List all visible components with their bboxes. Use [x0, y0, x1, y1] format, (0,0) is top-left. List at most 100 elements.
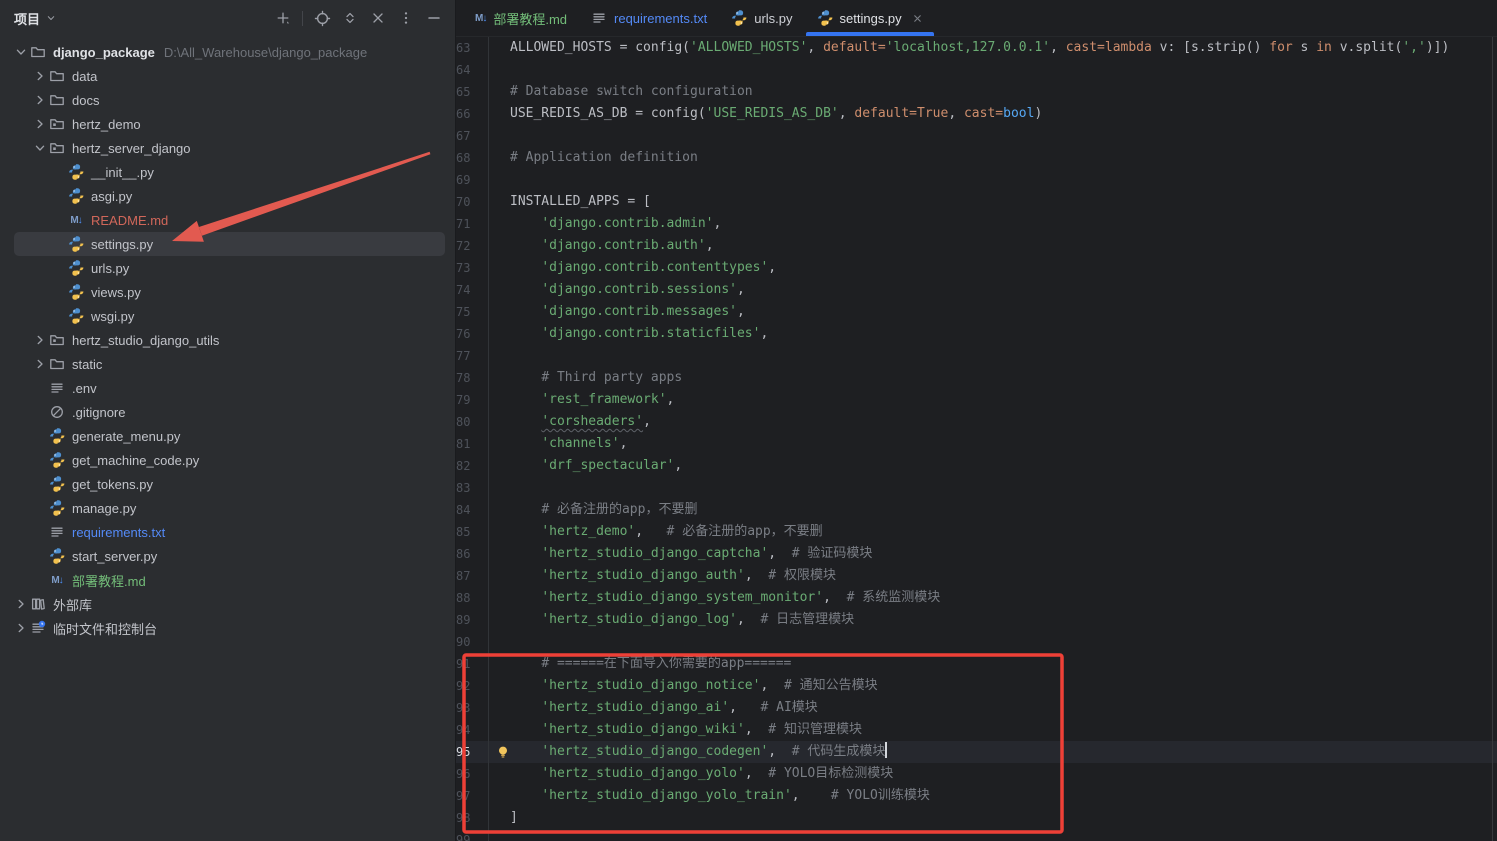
chevron-right-icon[interactable] — [31, 68, 49, 84]
tree-item-init-py[interactable]: __init__.py — [0, 160, 455, 184]
code-line-84: 84 # 必备注册的app，不要删 — [456, 499, 1497, 521]
line-number[interactable]: 78 — [456, 367, 489, 389]
folder-icon — [49, 68, 65, 84]
line-number[interactable]: 72 — [456, 235, 489, 257]
chevron-right-icon[interactable] — [31, 332, 49, 348]
line-number[interactable]: 82 — [456, 455, 489, 477]
collapse-all-button[interactable] — [369, 9, 387, 27]
tree-item-gitignore[interactable]: .gitignore — [0, 400, 455, 424]
tree-item-docs[interactable]: docs — [0, 88, 455, 112]
tree-item-start-server-py[interactable]: start_server.py — [0, 544, 455, 568]
chevron-down-icon[interactable] — [31, 140, 49, 156]
tree-item-data[interactable]: data — [0, 64, 455, 88]
tree-item-label: settings.py — [91, 237, 153, 252]
tree-item-urls-py[interactable]: urls.py — [0, 256, 455, 280]
tree-item-hertz-studio-django-utils[interactable]: hertz_studio_django_utils — [0, 328, 455, 352]
tree-item-readme-md[interactable]: M↓README.md — [0, 208, 455, 232]
more-options-button[interactable] — [397, 9, 415, 27]
tree-item-item-24[interactable]: 临时文件和控制台 — [0, 616, 455, 640]
line-number[interactable]: 86 — [456, 543, 489, 565]
tree-item-label: asgi.py — [91, 189, 132, 204]
line-number[interactable]: 88 — [456, 587, 489, 609]
tab-label: settings.py — [840, 11, 902, 26]
line-number[interactable]: 76 — [456, 323, 489, 345]
chevron-right-icon[interactable] — [12, 620, 30, 636]
tree-item-get-machine-code-py[interactable]: get_machine_code.py — [0, 448, 455, 472]
line-number[interactable]: 97 — [456, 785, 489, 807]
line-number[interactable]: 67 — [456, 125, 489, 147]
expand-all-button[interactable] — [341, 9, 359, 27]
project-panel-title[interactable]: 项目 — [14, 9, 40, 28]
chevron-right-icon[interactable] — [31, 92, 49, 108]
project-panel-toolbar — [274, 9, 443, 27]
line-number[interactable]: 68 — [456, 147, 489, 169]
chevron-right-icon[interactable] — [31, 356, 49, 372]
editor-scrollbar-track[interactable] — [1492, 37, 1493, 841]
tree-item-asgi-py[interactable]: asgi.py — [0, 184, 455, 208]
tab-urls-py[interactable]: urls.py — [719, 0, 804, 36]
tab-requirements-txt[interactable]: requirements.txt — [579, 0, 719, 36]
locate-file-button[interactable] — [313, 9, 331, 27]
line-number[interactable]: 85 — [456, 521, 489, 543]
add-button[interactable] — [274, 9, 292, 27]
code-line-text: # Third party apps — [489, 367, 1497, 389]
tree-item-settings-py[interactable]: settings.py — [0, 232, 455, 256]
chevron-down-icon[interactable] — [45, 12, 57, 24]
line-number[interactable]: 90 — [456, 631, 489, 653]
tree-item-views-py[interactable]: views.py — [0, 280, 455, 304]
line-number[interactable]: 98 — [456, 807, 489, 829]
line-number[interactable]: 74 — [456, 279, 489, 301]
line-number[interactable]: 96 — [456, 763, 489, 785]
text-file-icon — [591, 10, 607, 26]
line-number[interactable]: 94 — [456, 719, 489, 741]
markdown-icon: M↓ — [49, 572, 65, 588]
line-number[interactable]: 64 — [456, 59, 489, 81]
tree-item-md[interactable]: M↓部署教程.md — [0, 568, 455, 592]
chevron-down-icon[interactable] — [12, 44, 30, 60]
line-number[interactable]: 69 — [456, 169, 489, 191]
line-number[interactable]: 99 — [456, 829, 489, 841]
code-editor[interactable]: 63ALLOWED_HOSTS = config('ALLOWED_HOSTS'… — [456, 37, 1497, 841]
line-number[interactable]: 63 — [456, 37, 489, 59]
tree-item-env[interactable]: .env — [0, 376, 455, 400]
code-line-72: 72 'django.contrib.auth', — [456, 235, 1497, 257]
line-number[interactable]: 65 — [456, 81, 489, 103]
tree-item-hertz-server-django[interactable]: hertz_server_django — [0, 136, 455, 160]
line-number[interactable]: 95 — [456, 741, 489, 763]
tree-item-django-package[interactable]: django_packageD:\All_Warehouse\django_pa… — [0, 40, 455, 64]
line-number[interactable]: 81 — [456, 433, 489, 455]
tree-item-wsgi-py[interactable]: wsgi.py — [0, 304, 455, 328]
chevron-right-icon[interactable] — [12, 596, 30, 612]
tree-item-requirements-txt[interactable]: requirements.txt — [0, 520, 455, 544]
folder-icon — [30, 44, 46, 60]
line-number[interactable]: 93 — [456, 697, 489, 719]
line-number[interactable]: 71 — [456, 213, 489, 235]
line-number[interactable]: 70 — [456, 191, 489, 213]
tree-item-static[interactable]: static — [0, 352, 455, 376]
tree-item-get-tokens-py[interactable]: get_tokens.py — [0, 472, 455, 496]
tab-md[interactable]: M↓部署教程.md — [463, 0, 579, 36]
tab-settings-py[interactable]: settings.py — [805, 0, 935, 36]
tree-item-label: hertz_demo — [72, 117, 141, 132]
line-number[interactable]: 87 — [456, 565, 489, 587]
line-number[interactable]: 80 — [456, 411, 489, 433]
line-number[interactable]: 89 — [456, 609, 489, 631]
tree-item-generate-menu-py[interactable]: generate_menu.py — [0, 424, 455, 448]
tree-item-label: hertz_studio_django_utils — [72, 333, 219, 348]
line-number[interactable]: 92 — [456, 675, 489, 697]
tree-item-item-23[interactable]: 外部库 — [0, 592, 455, 616]
line-number[interactable]: 75 — [456, 301, 489, 323]
python-icon — [49, 476, 65, 492]
line-number[interactable]: 91 — [456, 653, 489, 675]
line-number[interactable]: 77 — [456, 345, 489, 367]
hide-panel-button[interactable] — [425, 9, 443, 27]
line-number[interactable]: 66 — [456, 103, 489, 125]
line-number[interactable]: 83 — [456, 477, 489, 499]
tree-item-hertz-demo[interactable]: hertz_demo — [0, 112, 455, 136]
chevron-right-icon[interactable] — [31, 116, 49, 132]
line-number[interactable]: 73 — [456, 257, 489, 279]
line-number[interactable]: 79 — [456, 389, 489, 411]
tree-item-manage-py[interactable]: manage.py — [0, 496, 455, 520]
close-tab-icon[interactable] — [912, 13, 923, 24]
line-number[interactable]: 84 — [456, 499, 489, 521]
